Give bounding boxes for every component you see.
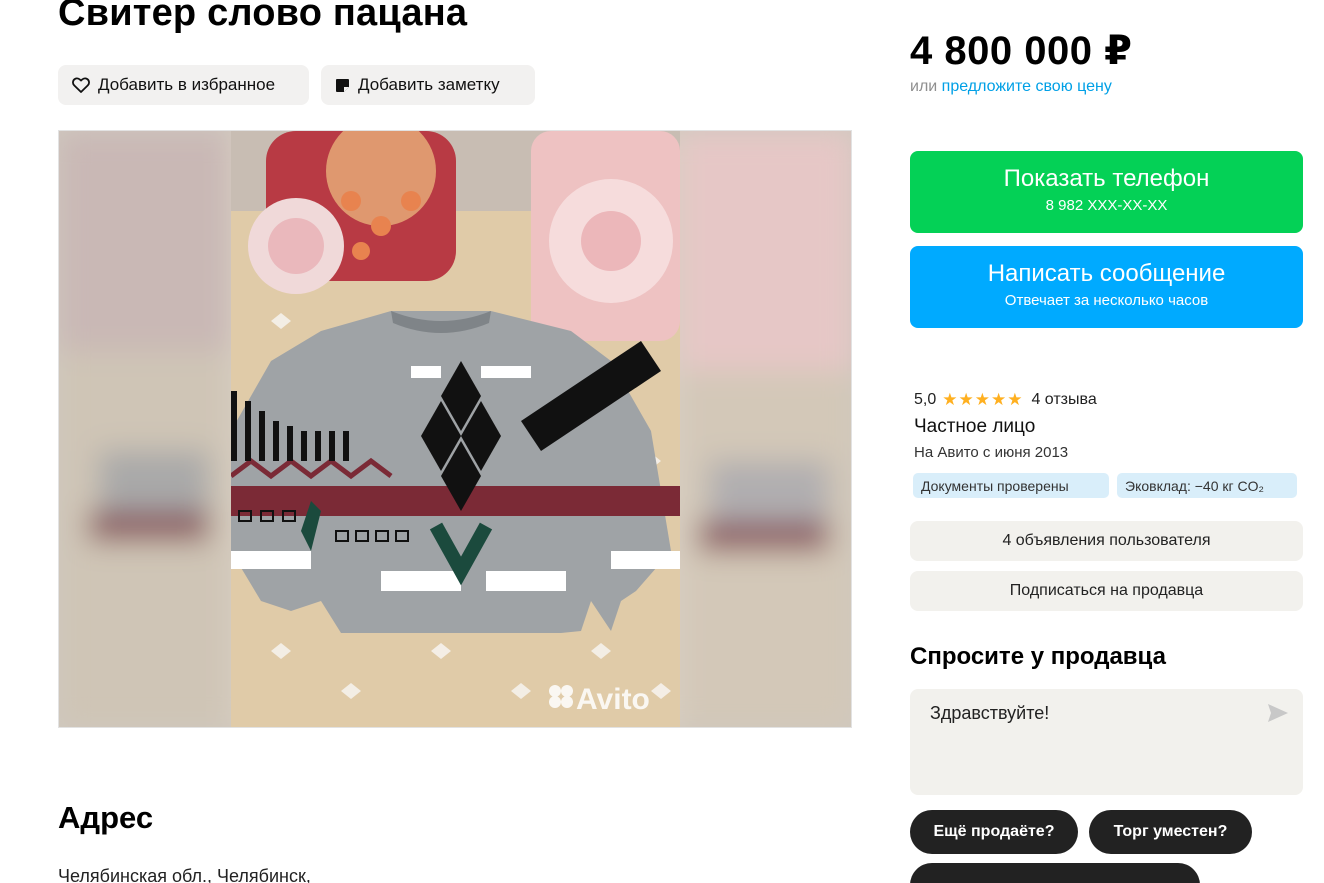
eco-contribution-badge[interactable]: Эковклад: −40 кг CO₂ xyxy=(1117,473,1297,498)
note-label: Добавить заметку xyxy=(358,75,500,94)
offer-price-link[interactable]: предложите свою цену xyxy=(942,78,1112,95)
price: 4 800 000 ₽ xyxy=(910,29,1133,73)
seller-rating[interactable]: 5,0 ★★★★★ 4 отзыва xyxy=(914,390,1097,410)
ask-message-field[interactable]: Здравствуйте! xyxy=(910,689,1303,795)
quick-question-bargain[interactable]: Торг уместен? xyxy=(1089,810,1252,854)
write-message-button[interactable]: Написать сообщение Отвечает за несколько… xyxy=(910,246,1303,328)
heart-icon xyxy=(72,77,90,93)
sweater-photo: Avito xyxy=(231,131,680,727)
response-time: Отвечает за несколько часов xyxy=(1004,292,1209,309)
documents-verified-badge: Документы проверены xyxy=(913,473,1109,498)
add-to-favorites-button[interactable]: Добавить в избранное xyxy=(58,65,309,105)
photo-watermark: Avito xyxy=(576,683,650,716)
rating-stars: ★★★★★ xyxy=(942,390,1024,409)
seller-type: Частное лицо xyxy=(914,416,1036,437)
send-icon[interactable] xyxy=(1267,703,1289,723)
address-heading: Адрес xyxy=(58,800,154,835)
quick-question-more[interactable] xyxy=(910,863,1200,883)
listing-photo[interactable]: Avito xyxy=(58,130,852,728)
rating-value: 5,0 xyxy=(914,391,937,408)
add-note-button[interactable]: Добавить заметку xyxy=(321,65,535,105)
ask-message-text: Здравствуйте! xyxy=(930,703,1050,723)
address-text: Челябинская обл., Челябинск, xyxy=(58,866,311,883)
write-message-label: Написать сообщение xyxy=(987,260,1226,287)
subscribe-seller-button[interactable]: Подписаться на продавца xyxy=(910,571,1303,611)
quick-question-still-selling[interactable]: Ещё продаёте? xyxy=(910,810,1078,854)
ask-seller-heading: Спросите у продавца xyxy=(910,643,1166,670)
offer-prefix: или xyxy=(910,78,938,95)
phone-number: 8 982 XXX-XX-XX xyxy=(1045,197,1168,214)
seller-since: На Авито с июня 2013 xyxy=(914,444,1069,461)
seller-ads-button[interactable]: 4 объявления пользователя xyxy=(910,521,1303,561)
listing-title: Свитер слово пацана xyxy=(58,0,468,34)
show-phone-button[interactable]: Показать телефон 8 982 XXX-XX-XX xyxy=(910,151,1303,233)
offer-line: или предложите свою цену xyxy=(910,78,1112,96)
show-phone-label: Показать телефон xyxy=(1003,165,1210,192)
reviews-count: 4 отзыва xyxy=(1031,391,1097,408)
note-icon xyxy=(336,78,349,92)
favorite-label: Добавить в избранное xyxy=(98,75,276,94)
